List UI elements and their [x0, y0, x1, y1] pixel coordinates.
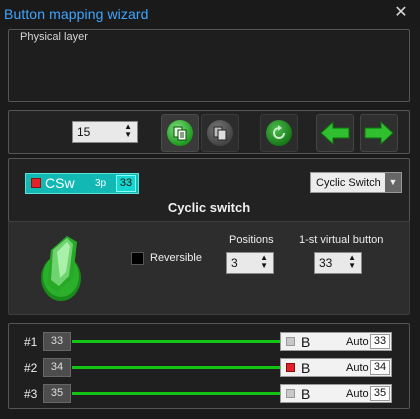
mapping-line	[72, 340, 280, 343]
control-number: 33	[116, 175, 136, 192]
output-number[interactable]: 33	[370, 334, 390, 349]
control-type-select[interactable]: Cyclic Switch ▼	[310, 172, 402, 193]
row-label: #3	[24, 387, 38, 401]
arrow-right-icon	[364, 120, 394, 146]
rotary-knob-icon	[33, 232, 93, 309]
positions-code: 3p	[95, 178, 107, 189]
control-heading: Cyclic switch	[167, 200, 251, 215]
chevron-down-icon[interactable]: ▼	[385, 173, 401, 192]
output-mode: Auto	[346, 336, 369, 348]
control-selector[interactable]: CSw 3p 33	[25, 173, 139, 194]
row-label: #1	[24, 335, 38, 349]
indicator-icon	[286, 337, 295, 346]
indicator-icon	[286, 363, 295, 372]
number-stepper[interactable]: 15 ▲ ▼	[72, 121, 138, 143]
refresh-icon	[266, 120, 292, 146]
output-mode: Auto	[346, 362, 369, 374]
number-stepper-value: 15	[77, 125, 91, 139]
arrow-left-icon	[320, 120, 350, 146]
control-code: CSw	[45, 175, 75, 191]
stepper-arrows-icon[interactable]: ▲ ▼	[124, 123, 132, 139]
mapping-line	[72, 392, 280, 395]
first-virtual-button-value: 33	[319, 256, 333, 270]
settings-panel: Reversible Positions 1-st virtual button…	[8, 221, 410, 315]
output-button[interactable]: B Auto 34	[280, 358, 392, 377]
mapping-panel: #1 33 B Auto 33 #2 34 B Auto 34 #3 35 B …	[8, 323, 410, 409]
physical-layer-label: Physical layer	[20, 31, 88, 43]
title-bar: Button mapping wizard ✕	[0, 0, 420, 28]
refresh-button[interactable]	[260, 114, 298, 152]
positions-label: Positions	[229, 234, 274, 246]
output-type: B	[301, 334, 311, 350]
paste-button[interactable]	[201, 114, 239, 152]
output-type: B	[301, 386, 311, 402]
first-virtual-button-label: 1-st virtual button	[299, 234, 384, 246]
stepper-arrows-icon[interactable]: ▲ ▼	[260, 254, 268, 270]
paste-icon	[207, 120, 233, 146]
copy-button[interactable]	[161, 114, 199, 152]
output-mode: Auto	[346, 388, 369, 400]
reversible-label: Reversible	[150, 252, 202, 264]
output-number[interactable]: 35	[370, 386, 390, 401]
indicator-icon	[286, 389, 295, 398]
copy-icon	[167, 120, 193, 146]
output-type: B	[301, 360, 311, 376]
first-virtual-button-stepper[interactable]: 33 ▲ ▼	[314, 252, 362, 274]
toolbar-panel: 15 ▲ ▼	[8, 110, 410, 154]
positions-value: 3	[231, 256, 238, 270]
physical-layer-panel: Physical layer	[8, 29, 410, 102]
row-input-number[interactable]: 33	[43, 332, 71, 351]
reversible-checkbox[interactable]	[131, 252, 144, 265]
stepper-arrows-icon[interactable]: ▲ ▼	[348, 254, 356, 270]
status-indicator-icon	[31, 178, 41, 188]
positions-stepper[interactable]: 3 ▲ ▼	[226, 252, 274, 274]
close-button[interactable]: ✕	[393, 5, 409, 21]
mapping-line	[72, 366, 280, 369]
window-title: Button mapping wizard	[4, 6, 149, 22]
control-type-value: Cyclic Switch	[316, 177, 381, 189]
output-button[interactable]: B Auto 33	[280, 332, 392, 351]
output-number[interactable]: 34	[370, 360, 390, 375]
row-label: #2	[24, 361, 38, 375]
prev-button[interactable]	[316, 114, 354, 152]
row-input-number[interactable]: 35	[43, 384, 71, 403]
control-panel: CSw 3p 33 Cyclic Switch ▼ Cyclic switch	[8, 158, 410, 222]
row-input-number[interactable]: 34	[43, 358, 71, 377]
next-button[interactable]	[360, 114, 398, 152]
output-button[interactable]: B Auto 35	[280, 384, 392, 403]
